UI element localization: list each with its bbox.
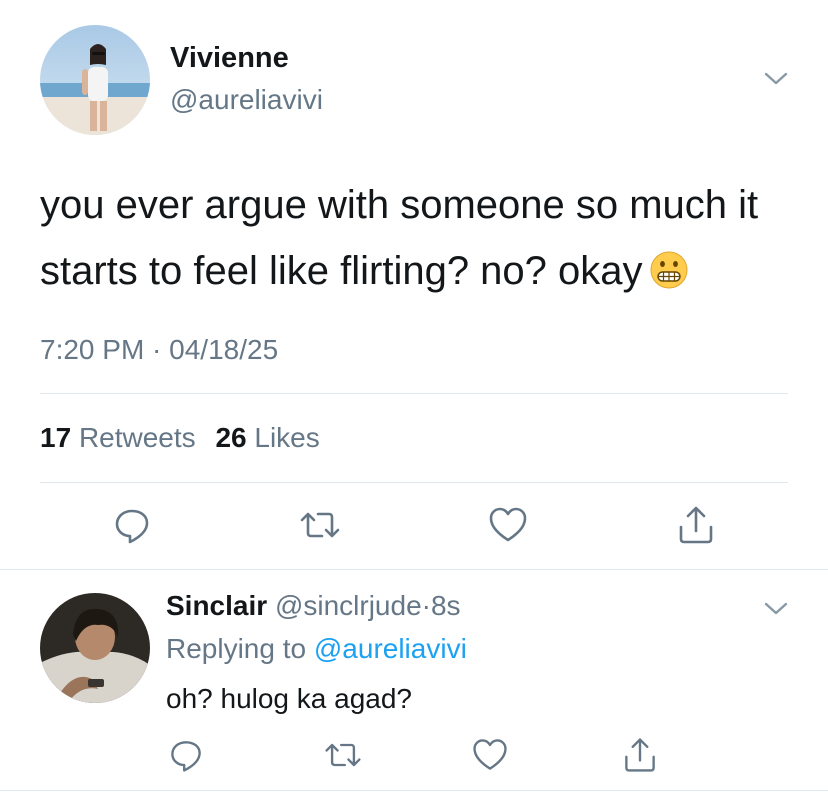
- reply-retweet-button[interactable]: [323, 735, 363, 775]
- speech-bubble-icon: [171, 741, 201, 772]
- likes-label[interactable]: Likes: [254, 422, 319, 453]
- likes-count[interactable]: 26: [215, 422, 246, 453]
- reply-author-name[interactable]: Sinclair: [166, 590, 267, 621]
- retweet-icon: [300, 512, 340, 538]
- divider: [0, 790, 828, 791]
- share-button[interactable]: [674, 503, 718, 547]
- reply-like-button[interactable]: [470, 735, 510, 775]
- divider: [40, 393, 788, 394]
- author-avatar[interactable]: [40, 25, 150, 135]
- grimacing-face-icon: [649, 244, 689, 289]
- like-button[interactable]: [486, 503, 530, 547]
- heart-icon: [489, 507, 527, 542]
- chevron-down-icon[interactable]: [760, 592, 792, 624]
- reply-author-handle[interactable]: @sinclrjude: [275, 590, 422, 621]
- tweet-text: you ever argue with someone so much it s…: [40, 172, 800, 304]
- tweet-stats: 17 Retweets 26 Likes: [40, 422, 320, 454]
- replying-to-line: Replying to @aureliavivi: [166, 633, 467, 665]
- reply-header: Sinclair @sinclrjude·8s: [166, 590, 461, 622]
- separator-dot: ·: [421, 590, 431, 621]
- chevron-down-icon[interactable]: [760, 62, 792, 94]
- share-icon: [679, 506, 713, 544]
- divider: [0, 569, 828, 570]
- reply-text: oh? hulog ka agad?: [166, 683, 412, 714]
- replying-to-mention[interactable]: @aureliavivi: [314, 633, 467, 664]
- speech-bubble-icon: [115, 509, 149, 544]
- share-icon: [625, 738, 655, 772]
- reply-author-avatar[interactable]: [40, 593, 150, 703]
- reply-share-button[interactable]: [620, 735, 660, 775]
- heart-icon: [473, 739, 507, 770]
- reply-button[interactable]: [110, 503, 154, 547]
- retweet-button[interactable]: [298, 503, 342, 547]
- retweets-count[interactable]: 17: [40, 422, 71, 453]
- retweet-icon: [325, 743, 361, 767]
- replying-prefix: Replying to: [166, 633, 307, 664]
- author-handle[interactable]: @aureliavivi: [170, 84, 323, 116]
- retweets-label[interactable]: Retweets: [79, 422, 196, 453]
- author-name[interactable]: Vivienne: [170, 42, 289, 75]
- tweet-timestamp[interactable]: 7:20 PM · 04/18/25: [40, 334, 278, 366]
- reply-reply-button[interactable]: [166, 735, 206, 775]
- reply-time[interactable]: 8s: [431, 590, 461, 621]
- divider: [40, 482, 788, 483]
